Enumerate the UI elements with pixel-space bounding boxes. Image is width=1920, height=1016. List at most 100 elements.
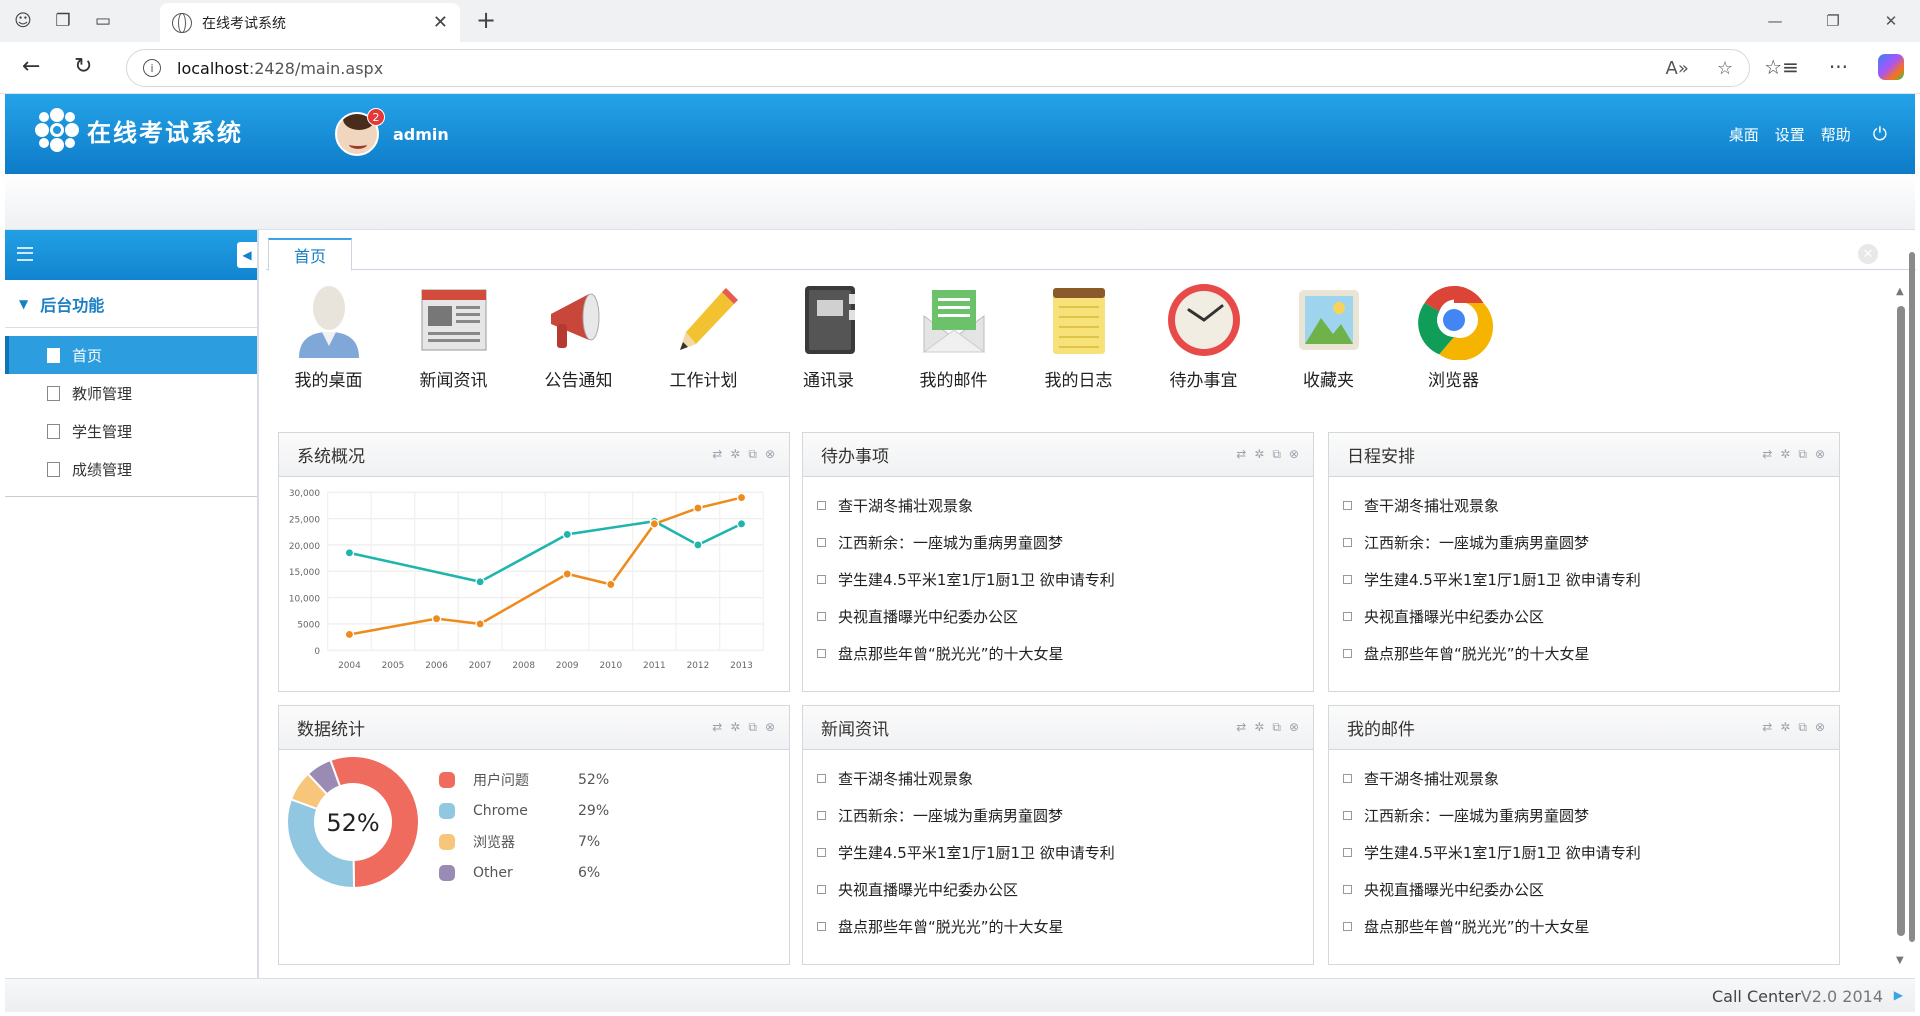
list-item[interactable]: 江西新余：一座城为重病男童圆梦 [817, 524, 1313, 561]
close-icon[interactable]: ⊗ [765, 447, 775, 462]
list-item-text[interactable]: 盘点那些年曾“脱光光”的十大女星 [838, 916, 1064, 937]
popout-icon[interactable]: ⧉ [1272, 447, 1281, 462]
menu-help[interactable]: 帮助 [1821, 124, 1851, 145]
profile-icon[interactable]: ☺ [10, 8, 36, 34]
shortcut-todo[interactable]: 待办事宜 [1141, 280, 1266, 392]
list-item[interactable]: 学生建4.5平米1室1厅1厨1卫 欲申请专利 [1343, 561, 1839, 598]
list-item-text[interactable]: 江西新余：一座城为重病男童圆梦 [838, 805, 1063, 826]
list-item-text[interactable]: 学生建4.5平米1室1厅1厨1卫 欲申请专利 [1364, 569, 1641, 590]
new-tab-icon[interactable]: + [476, 6, 496, 34]
list-item[interactable]: 学生建4.5平米1室1厅1厨1卫 欲申请专利 [817, 834, 1313, 871]
gear-icon[interactable]: ✲ [1780, 720, 1790, 735]
sidebar-section-header[interactable]: ▼ 后台功能 [5, 280, 257, 328]
read-aloud-icon[interactable]: A» [1666, 58, 1689, 79]
list-item[interactable]: 学生建4.5平米1室1厅1厨1卫 欲申请专利 [817, 561, 1313, 598]
sidebar-item-students[interactable]: 学生管理 [5, 412, 257, 450]
restore-icon[interactable]: ❐ [1804, 0, 1862, 42]
popout-icon[interactable]: ⧉ [1272, 720, 1281, 735]
list-item-text[interactable]: 央视直播曝光中纪委办公区 [838, 606, 1018, 627]
scroll-down-icon[interactable]: ▼ [1896, 955, 1904, 966]
sidebar-item-home[interactable]: 首页 [5, 336, 257, 374]
list-item[interactable]: 盘点那些年曾“脱光光”的十大女星 [1343, 908, 1839, 945]
notification-badge[interactable]: 2 [367, 108, 385, 126]
list-menu-icon[interactable] [17, 247, 33, 261]
list-item-text[interactable]: 查干湖冬捕壮观景象 [1364, 768, 1499, 789]
list-item-text[interactable]: 央视直播曝光中纪委办公区 [838, 879, 1018, 900]
shortcut-work-plan[interactable]: 工作计划 [641, 280, 766, 392]
list-item-text[interactable]: 学生建4.5平米1室1厅1厨1卫 欲申请专利 [1364, 842, 1641, 863]
sidebar-item-grades[interactable]: 成绩管理 [5, 450, 257, 488]
popout-icon[interactable]: ⧉ [748, 447, 757, 462]
list-item[interactable]: 江西新余：一座城为重病男童圆梦 [817, 797, 1313, 834]
close-icon[interactable]: ⊗ [765, 720, 775, 735]
list-item-text[interactable]: 查干湖冬捕壮观景象 [1364, 495, 1499, 516]
list-item-text[interactable]: 学生建4.5平米1室1厅1厨1卫 欲申请专利 [838, 842, 1115, 863]
gear-icon[interactable]: ✲ [1780, 447, 1790, 462]
site-info-icon[interactable]: i [143, 59, 161, 77]
shortcut-my-desktop[interactable]: 我的桌面 [266, 280, 391, 392]
close-icon[interactable]: ⊗ [1815, 720, 1825, 735]
scroll-thumb[interactable] [1909, 252, 1915, 942]
refresh-icon[interactable]: ↻ [74, 54, 92, 79]
shortcut-favorites[interactable]: 收藏夹 [1266, 280, 1391, 392]
list-item[interactable]: 央视直播曝光中纪委办公区 [1343, 598, 1839, 635]
scroll-up-icon[interactable]: ▲ [1896, 286, 1904, 297]
minimize-icon[interactable]: — [1746, 0, 1804, 42]
list-item-text[interactable]: 学生建4.5平米1室1厅1厨1卫 欲申请专利 [838, 569, 1115, 590]
sidebar-item-teachers[interactable]: 教师管理 [5, 374, 257, 412]
browser-tab[interactable]: 在线考试系统 ✕ [160, 3, 460, 42]
close-icon[interactable]: ⊗ [1815, 447, 1825, 462]
list-item[interactable]: 学生建4.5平米1室1厅1厨1卫 欲申请专利 [1343, 834, 1839, 871]
menu-settings[interactable]: 设置 [1775, 124, 1805, 145]
list-item[interactable]: 盘点那些年曾“脱光光”的十大女星 [1343, 635, 1839, 672]
close-icon[interactable]: ⊗ [1289, 447, 1299, 462]
gear-icon[interactable]: ✲ [730, 447, 740, 462]
scroll-thumb[interactable] [1897, 306, 1905, 936]
menu-desktop[interactable]: 桌面 [1729, 124, 1759, 145]
more-icon[interactable]: ··· [1829, 55, 1848, 79]
gear-icon[interactable]: ✲ [1254, 720, 1264, 735]
list-item[interactable]: 央视直播曝光中纪委办公区 [1343, 871, 1839, 908]
popout-icon[interactable]: ⧉ [1798, 720, 1807, 735]
popout-icon[interactable]: ⧉ [1798, 447, 1807, 462]
refresh-icon[interactable]: ⇄ [1762, 720, 1772, 735]
favorites-icon[interactable]: ☆≡ [1764, 55, 1799, 79]
list-item-text[interactable]: 查干湖冬捕壮观景象 [838, 768, 973, 789]
workspaces-icon[interactable]: ❐ [50, 8, 76, 34]
list-item[interactable]: 央视直播曝光中纪委办公区 [817, 871, 1313, 908]
list-item-text[interactable]: 查干湖冬捕壮观景象 [838, 495, 973, 516]
list-item-text[interactable]: 江西新余：一座城为重病男童圆梦 [1364, 532, 1589, 553]
chevron-right-icon[interactable]: ▶ [1894, 988, 1903, 1002]
list-item-text[interactable]: 盘点那些年曾“脱光光”的十大女星 [838, 643, 1064, 664]
list-item-text[interactable]: 盘点那些年曾“脱光光”的十大女星 [1364, 916, 1590, 937]
list-item[interactable]: 查干湖冬捕壮观景象 [1343, 760, 1839, 797]
close-icon[interactable]: ⊗ [1289, 720, 1299, 735]
shortcut-contacts[interactable]: 通讯录 [766, 280, 891, 392]
refresh-icon[interactable]: ⇄ [1236, 447, 1246, 462]
shortcut-my-mail[interactable]: 我的邮件 [891, 280, 1016, 392]
power-icon[interactable]: ⏻ [1873, 124, 1887, 145]
close-all-tabs-icon[interactable]: ✕ [1858, 244, 1878, 264]
refresh-icon[interactable]: ⇄ [1236, 720, 1246, 735]
copilot-icon[interactable] [1878, 54, 1904, 80]
username[interactable]: admin [393, 125, 449, 144]
list-item-text[interactable]: 央视直播曝光中纪委办公区 [1364, 879, 1544, 900]
list-item[interactable]: 江西新余：一座城为重病男童圆梦 [1343, 524, 1839, 561]
shortcut-browser[interactable]: 浏览器 [1391, 280, 1516, 392]
refresh-icon[interactable]: ⇄ [712, 447, 722, 462]
shortcut-announcements[interactable]: 公告通知 [516, 280, 641, 392]
tab-actions-icon[interactable]: ▭ [90, 8, 116, 34]
tab-home[interactable]: 首页 [268, 238, 352, 271]
list-item-text[interactable]: 江西新余：一座城为重病男童圆梦 [1364, 805, 1589, 826]
refresh-icon[interactable]: ⇄ [712, 720, 722, 735]
list-item[interactable]: 盘点那些年曾“脱光光”的十大女星 [817, 635, 1313, 672]
user-profile[interactable]: 2 admin [335, 108, 449, 156]
back-icon[interactable]: ← [22, 54, 40, 79]
list-item[interactable]: 查干湖冬捕壮观景象 [1343, 487, 1839, 524]
shortcut-my-log[interactable]: 我的日志 [1016, 280, 1141, 392]
gear-icon[interactable]: ✲ [1254, 447, 1264, 462]
outer-scrollbar[interactable] [1906, 232, 1918, 972]
shortcut-news[interactable]: 新闻资讯 [391, 280, 516, 392]
favorite-star-icon[interactable]: ☆ [1717, 58, 1733, 79]
list-item-text[interactable]: 江西新余：一座城为重病男童圆梦 [838, 532, 1063, 553]
